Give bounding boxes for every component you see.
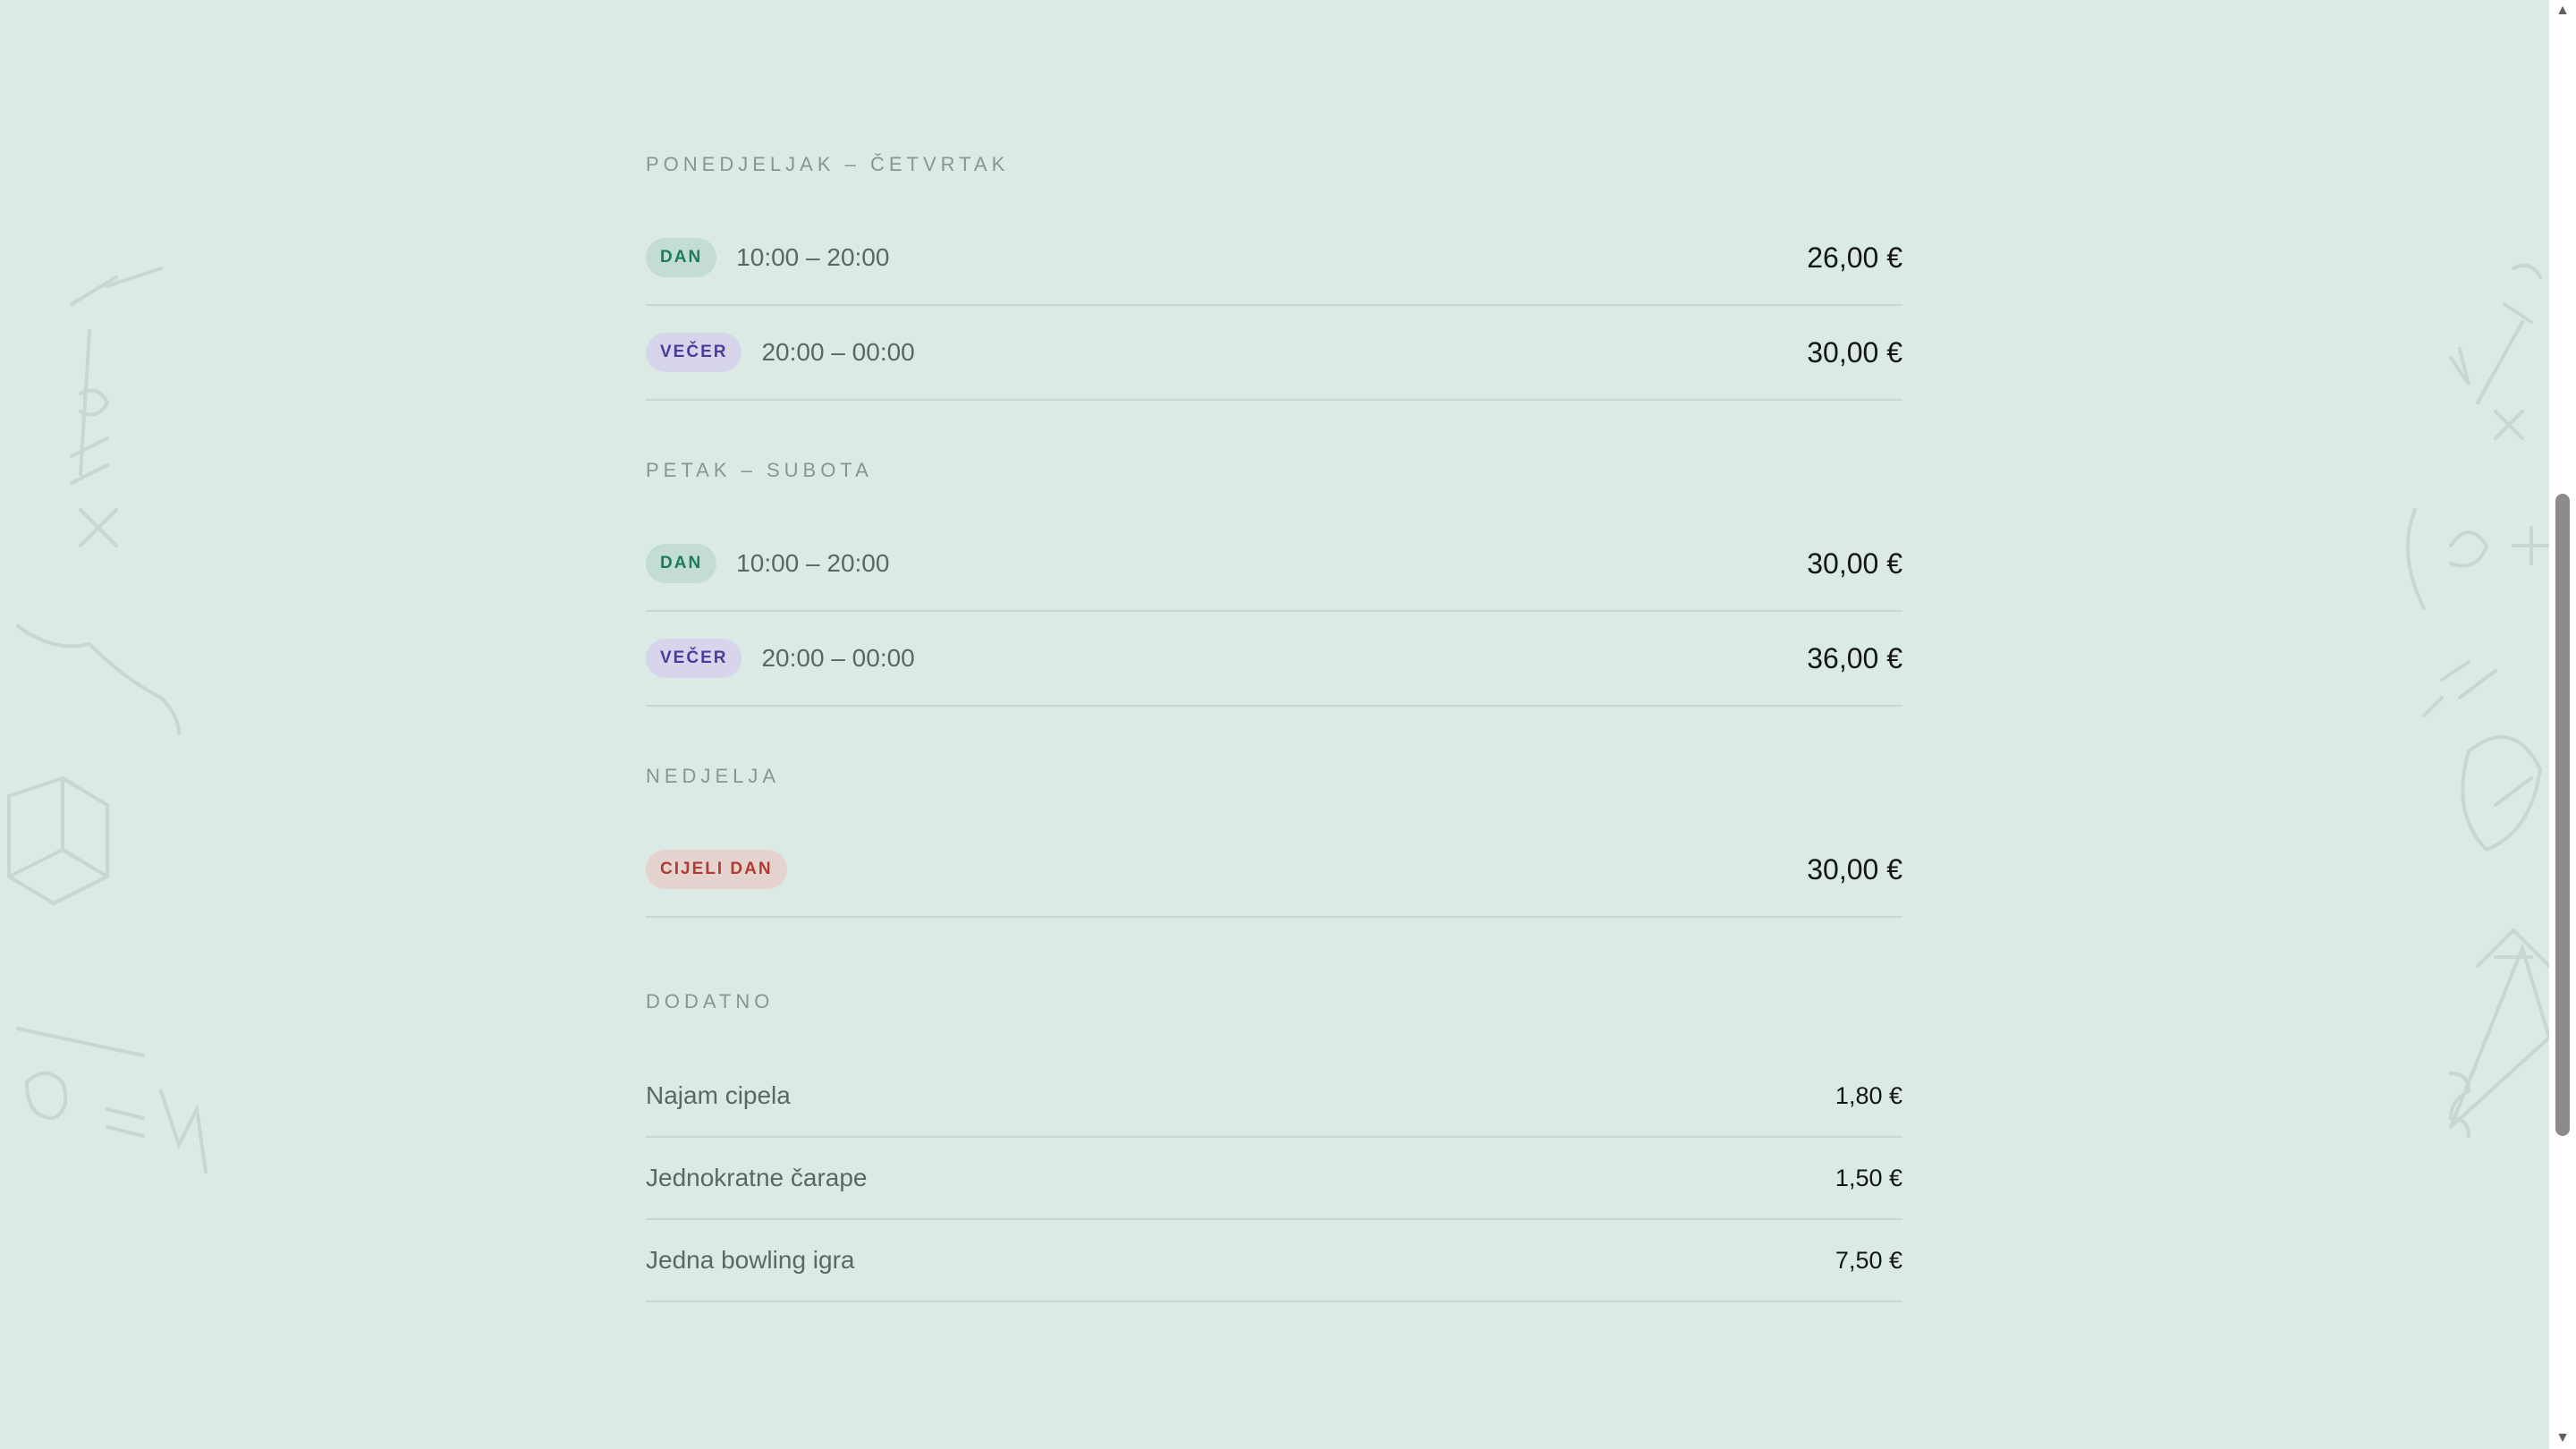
price-row-left: DAN 10:00 – 20:00 (646, 238, 889, 277)
price-row: DAN 10:00 – 20:00 26,00 € (646, 211, 1902, 306)
price-value: 30,00 € (1807, 852, 1902, 886)
price-rows: CIJELI DAN 30,00 € (646, 823, 1902, 918)
price-row: CIJELI DAN 30,00 € (646, 823, 1902, 918)
badge-evening: VEČER (646, 333, 742, 372)
badge-all-day: CIJELI DAN (646, 850, 787, 889)
price-value: 30,00 € (1807, 547, 1902, 580)
price-rows: DAN 10:00 – 20:00 30,00 € VEČER 20:00 – … (646, 517, 1902, 707)
section-title: DODATNO (646, 990, 775, 1013)
pricing-content: PONEDJELJAK – ČETVRTAK DAN 10:00 – 20:00… (646, 152, 1902, 1302)
extra-price: 7,50 € (1835, 1246, 1902, 1274)
price-value: 26,00 € (1807, 241, 1902, 274)
price-row: VEČER 20:00 – 00:00 30,00 € (646, 306, 1902, 401)
badge-evening: VEČER (646, 639, 742, 678)
scroll-down-arrow-icon[interactable]: ▼ (2549, 1428, 2576, 1449)
time-range: 10:00 – 20:00 (736, 549, 890, 577)
pricing-section-fri-sat: PETAK – SUBOTA DAN 10:00 – 20:00 30,00 €… (646, 458, 1902, 707)
section-title: PETAK – SUBOTA (646, 459, 873, 481)
vertical-scrollbar[interactable]: ▲ ▼ (2549, 0, 2576, 1449)
price-row: DAN 10:00 – 20:00 30,00 € (646, 517, 1902, 612)
page-viewport: PONEDJELJAK – ČETVRTAK DAN 10:00 – 20:00… (0, 0, 2549, 1449)
extra-label: Najam cipela (646, 1081, 791, 1109)
pricing-section-mon-thu: PONEDJELJAK – ČETVRTAK DAN 10:00 – 20:00… (646, 152, 1902, 401)
scroll-up-arrow-icon[interactable]: ▲ (2549, 0, 2576, 21)
extra-price: 1,50 € (1835, 1164, 1902, 1191)
scrollbar-thumb[interactable] (2555, 494, 2570, 1136)
time-range: 20:00 – 00:00 (761, 644, 915, 672)
extra-label: Jedna bowling igra (646, 1246, 855, 1274)
price-rows: DAN 10:00 – 20:00 26,00 € VEČER 20:00 – … (646, 211, 1902, 401)
extra-row: Jednokratne čarape 1,50 € (646, 1138, 1902, 1220)
math-doodle-left-icon (7, 267, 208, 1174)
price-row-left: DAN 10:00 – 20:00 (646, 544, 889, 583)
extra-row: Jedna bowling igra 7,50 € (646, 1220, 1902, 1302)
price-row-left: CIJELI DAN (646, 850, 807, 889)
price-value: 30,00 € (1807, 335, 1902, 369)
extra-row: Najam cipela 1,80 € (646, 1055, 1902, 1138)
price-row-left: VEČER 20:00 – 00:00 (646, 639, 915, 678)
extra-price: 1,80 € (1835, 1081, 1902, 1109)
time-range: 20:00 – 00:00 (761, 338, 915, 366)
time-range: 10:00 – 20:00 (736, 243, 890, 271)
math-doodle-right-icon (2406, 263, 2549, 1138)
badge-day: DAN (646, 238, 717, 277)
price-value: 36,00 € (1807, 641, 1902, 674)
badge-day: DAN (646, 544, 717, 583)
price-row-left: VEČER 20:00 – 00:00 (646, 333, 915, 372)
section-title: NEDJELJA (646, 765, 781, 787)
extra-rows: Najam cipela 1,80 € Jednokratne čarape 1… (646, 1055, 1902, 1302)
pricing-section-sunday: NEDJELJA CIJELI DAN 30,00 € (646, 764, 1902, 918)
extra-label: Jednokratne čarape (646, 1164, 868, 1191)
price-row: VEČER 20:00 – 00:00 36,00 € (646, 612, 1902, 707)
extras-section: DODATNO Najam cipela 1,80 € Jednokratne … (646, 989, 1902, 1302)
section-title: PONEDJELJAK – ČETVRTAK (646, 153, 1010, 175)
